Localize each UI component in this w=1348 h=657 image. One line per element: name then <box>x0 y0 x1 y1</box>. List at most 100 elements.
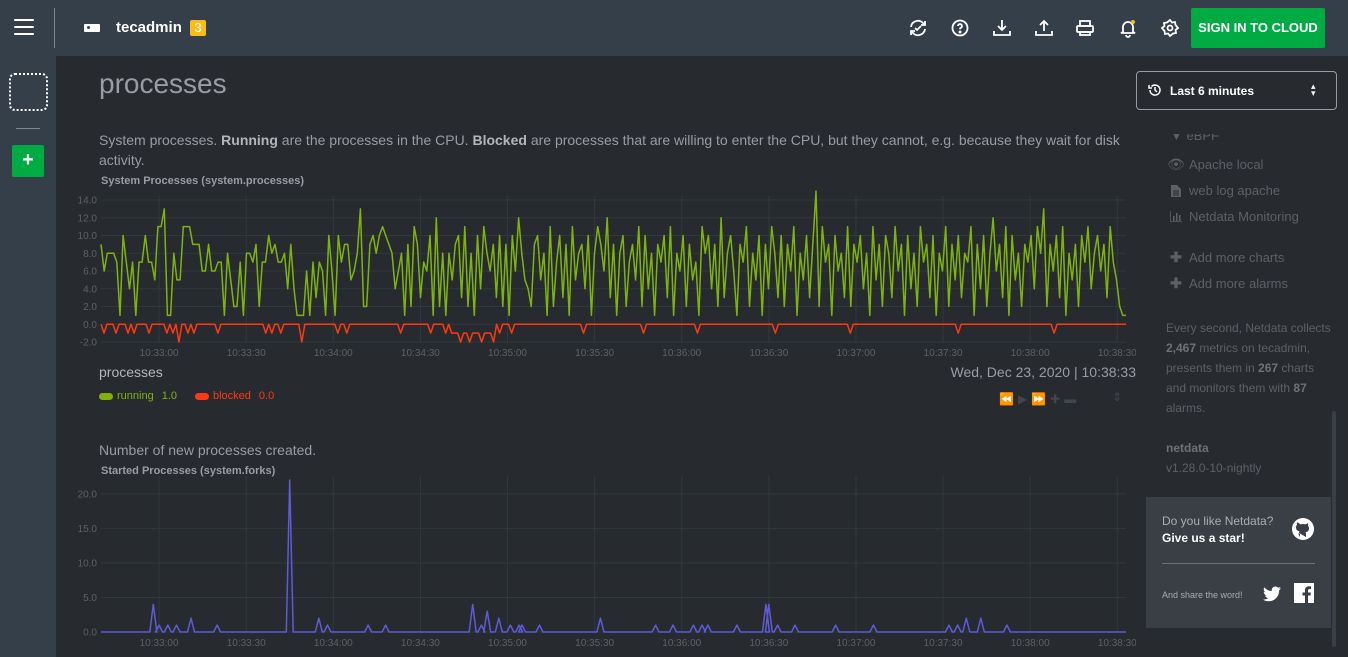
pan-left-icon[interactable]: ⏪ <box>999 392 1014 406</box>
x-tick-label: 10:37:00 <box>836 638 875 649</box>
print-icon[interactable] <box>1074 17 1096 39</box>
y-tick-label: 10.0 <box>78 231 98 242</box>
help-icon[interactable] <box>949 17 971 39</box>
section-title: processes <box>99 68 227 99</box>
y-tick-label: 6.0 <box>83 267 97 278</box>
y-tick-label: 8.0 <box>83 249 97 260</box>
desc-running: Running <box>221 132 278 148</box>
x-tick-label: 10:35:00 <box>488 638 527 649</box>
divider <box>16 128 40 129</box>
x-tick-label: 10:38:30 <box>1098 638 1136 649</box>
processes-chart[interactable]: 14.0 12.0 10.0 8.0 6.0 4.0 2.0 0.0 -2.0 10:33:00 1… <box>56 188 1136 363</box>
x-tick-label: 10:36:00 <box>662 638 701 649</box>
nav-label: Netdata Monitoring <box>1189 209 1299 224</box>
upload-icon[interactable] <box>1033 17 1055 39</box>
x-tick-label: 10:38:00 <box>1011 638 1050 649</box>
resize-handle-icon[interactable]: ⇕ <box>1112 390 1122 404</box>
top-bar: tecadmin 3 SIGN IN TO CLOUD <box>0 0 1348 56</box>
stats-text: alarms. <box>1166 401 1206 415</box>
time-range-label: Last 6 minutes <box>1170 84 1255 98</box>
legend-item-blocked[interactable]: blocked 0.0 <box>195 390 274 402</box>
nav-item-cut-off[interactable]: ▼ eBPF <box>1170 134 1270 142</box>
x-tick-label: 10:38:00 <box>1011 348 1050 359</box>
y-tick-label: 2.0 <box>83 302 97 313</box>
gear-icon[interactable] <box>1159 17 1181 39</box>
time-range-picker[interactable]: Last 6 minutes ▴ ▾ <box>1136 71 1337 110</box>
legend-value: 0.0 <box>258 390 275 402</box>
add-more-alarms[interactable]: ✚ Add more alarms <box>1170 275 1288 291</box>
y-tick-label: 14.0 <box>78 196 98 207</box>
nav-label: Add more alarms <box>1189 276 1288 291</box>
nav-item-apache-local[interactable]: 👁 Apache local <box>1167 156 1263 172</box>
y-tick-label: 5.0 <box>83 593 97 604</box>
desc-text: are the processes in the CPU. <box>277 132 473 148</box>
desc-text: System processes. <box>99 132 222 148</box>
scrollbar[interactable] <box>1332 411 1336 647</box>
stats-text: Every second, Netdata collects <box>1166 321 1331 335</box>
facebook-icon[interactable] <box>1294 583 1314 603</box>
space-slot[interactable] <box>9 73 48 111</box>
legend-chart-name: processes <box>99 364 163 380</box>
x-tick-label: 10:33:30 <box>227 348 266 359</box>
download-icon[interactable] <box>991 17 1013 39</box>
give-star-link[interactable]: Give us a star! <box>1162 531 1245 545</box>
x-tick-label: 10:36:00 <box>662 348 701 359</box>
nav-item-netdata-monitoring[interactable]: Netdata Monitoring <box>1170 209 1299 224</box>
server-icon <box>84 24 100 32</box>
chart-title: System Processes (system.processes) <box>101 175 305 187</box>
x-tick-label: 10:36:30 <box>749 348 788 359</box>
series-line-running <box>100 190 1126 317</box>
x-tick-label: 10:34:00 <box>314 638 353 649</box>
alarms-count: 87 <box>1293 381 1307 395</box>
y-tick-label: 20.0 <box>78 489 98 500</box>
play-icon[interactable]: ▶ <box>1018 392 1027 406</box>
charts-count: 267 <box>1258 361 1279 375</box>
divider <box>54 8 55 48</box>
hamburger-menu-icon[interactable] <box>14 19 34 35</box>
series-line-started <box>101 479 1126 633</box>
nav-item-web-log-apache[interactable]: web log apache <box>1170 183 1280 198</box>
section-description: System processes. Running are the proces… <box>99 130 1129 170</box>
y-tick-label: 12.0 <box>78 213 98 224</box>
y-tick-label: 15.0 <box>78 524 98 535</box>
pan-right-icon[interactable]: ⏩ <box>1031 392 1046 406</box>
add-space-button[interactable]: + <box>12 145 44 177</box>
star-question: Do you like Netdata? <box>1162 514 1274 528</box>
sync-icon[interactable] <box>907 17 929 39</box>
x-tick-label: 10:33:00 <box>140 348 179 359</box>
alarm-badge[interactable]: 3 <box>190 20 206 36</box>
x-tick-label: 10:34:00 <box>314 348 353 359</box>
nav-label: web log apache <box>1189 183 1281 198</box>
bell-icon[interactable] <box>1117 17 1139 39</box>
x-tick-label: 10:37:00 <box>836 348 875 359</box>
bar-chart-icon <box>1170 211 1182 223</box>
legend-item-running[interactable]: running 1.0 <box>99 390 177 402</box>
x-tick-label: 10:36:30 <box>749 638 788 649</box>
x-tick-label: 10:38:30 <box>1098 348 1136 359</box>
legend-swatch <box>195 392 209 400</box>
history-icon <box>1148 84 1161 96</box>
twitter-icon[interactable] <box>1263 586 1281 602</box>
forks-description: Number of new processes created. <box>99 442 317 458</box>
sign-in-to-cloud-button[interactable]: SIGN IN TO CLOUD <box>1191 8 1325 48</box>
sort-arrows-icon: ▴ ▾ <box>1311 81 1316 98</box>
forks-chart[interactable]: 20.0 15.0 10.0 5.0 0.0 10:33:00 10:33:30 10:34:… <box>56 476 1136 657</box>
version-string: v1.28.0-10-nightly <box>1166 461 1262 475</box>
add-more-charts[interactable]: ✚ Add more charts <box>1170 249 1284 265</box>
zoom-out-icon[interactable]: ▬ <box>1064 392 1076 406</box>
github-icon[interactable] <box>1291 517 1315 541</box>
hostname[interactable]: tecadmin <box>116 19 182 36</box>
y-tick-label: 0.0 <box>83 320 97 331</box>
zoom-in-icon[interactable]: ✚ <box>1050 392 1060 406</box>
y-tick-label: -2.0 <box>80 338 98 349</box>
x-tick-label: 10:35:30 <box>575 638 614 649</box>
legend-label: blocked <box>213 390 251 402</box>
legend-label: running <box>117 390 154 402</box>
netdata-stats: Every second, Netdata collects 2,467 met… <box>1166 318 1336 418</box>
x-tick-label: 10:37:30 <box>924 638 963 649</box>
legend-value: 1.0 <box>161 390 177 402</box>
x-tick-label: 10:33:30 <box>227 638 266 649</box>
y-tick-label: 4.0 <box>83 284 97 295</box>
github-star-box: Do you like Netdata? Give us a star! And… <box>1146 497 1331 628</box>
x-tick-label: 10:35:30 <box>575 348 614 359</box>
